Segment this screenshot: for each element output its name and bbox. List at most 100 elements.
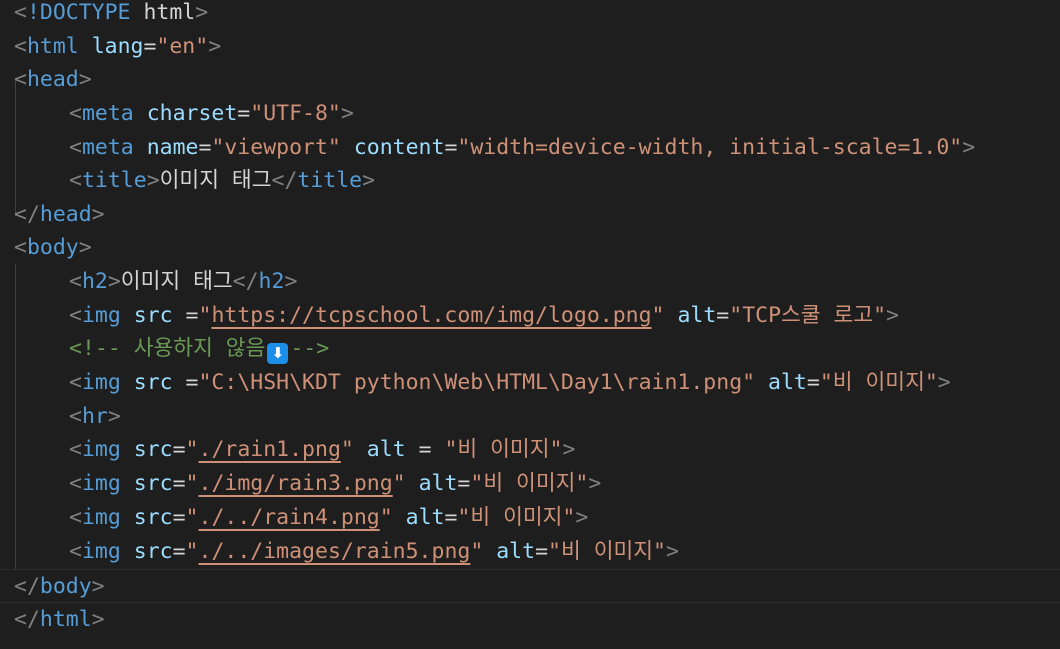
link-url[interactable]: ./img/rain3.png (199, 471, 393, 496)
equals-sign: = (535, 539, 549, 564)
code-line[interactable]: <head> (0, 63, 1060, 97)
tag-close-bracket: > (91, 607, 105, 632)
link-url[interactable]: ./../images/rain5.png (199, 539, 471, 564)
tag-open-bracket: < (69, 471, 82, 496)
tag-name: head (26, 67, 79, 92)
quote: " (185, 539, 199, 564)
tag-open-bracket: < (69, 135, 82, 160)
tag-name: img (81, 370, 121, 395)
code-line[interactable]: <!-- 사용하지 않음 ⬇ --> (0, 332, 1060, 366)
code-line[interactable]: <img src="./../rain4.png" alt="비 이미지"> (0, 501, 1060, 535)
tag-open-bracket: </ (14, 574, 40, 599)
tag-open-bracket: < (14, 235, 27, 260)
code-line[interactable]: <h2>이미지 태그</h2> (0, 265, 1060, 299)
code-line[interactable]: </head> (0, 198, 1060, 232)
attribute-name: charset (146, 101, 238, 126)
code-editor[interactable]: <!DOCTYPE html> <html lang="en"> <head> … (0, 0, 1060, 649)
attribute-name: src (133, 505, 173, 530)
code-line[interactable]: <title>이미지 태그</title> (0, 164, 1060, 198)
quote: " (379, 505, 393, 530)
tag-open-bracket: < (69, 168, 82, 193)
code-line[interactable]: <meta charset="UTF-8"> (0, 97, 1060, 131)
link-url[interactable]: ./../rain4.png (199, 505, 380, 530)
attribute-value: "TCP스쿨 로고" (729, 303, 887, 328)
attribute-name: alt (405, 505, 445, 530)
attribute-name: src (133, 437, 173, 462)
tag-name: meta (81, 135, 134, 160)
link-url[interactable]: ./rain1.png (199, 437, 341, 462)
equals-sign: = (172, 437, 186, 462)
code-line[interactable]: <img src = "C:\HSH\KDT python\Web\HTML\Da… (0, 366, 1060, 400)
equals-sign: = (237, 101, 251, 126)
tag-name: img (81, 505, 121, 530)
tag-open-bracket: < (14, 67, 27, 92)
tag-close-bracket: > (562, 437, 576, 462)
tag-close-bracket: > (195, 0, 209, 25)
text-content: 이미지 태그 (120, 269, 233, 294)
down-arrow-icon: ⬇ (267, 343, 289, 364)
tag-close-bracket: > (91, 202, 105, 227)
quote: " (340, 437, 354, 462)
quote: " (185, 437, 199, 462)
tag-name: img (81, 303, 121, 328)
tag-open-bracket: < (69, 370, 82, 395)
tag-name: meta (81, 101, 134, 126)
attribute-value: "UTF-8" (250, 101, 341, 126)
attribute-value: "C:\HSH\KDT python\Web\HTML\Day1\rain1.p… (198, 370, 756, 395)
tag-close-bracket: > (78, 67, 92, 92)
tag-close-bracket: > (962, 135, 976, 160)
link-url[interactable]: https://tcpschool.com/img/logo.png (211, 303, 651, 328)
code-line[interactable]: <hr> (0, 400, 1060, 434)
doctype-keyword: !DOCTYPE (26, 0, 131, 25)
attribute-name: alt (366, 437, 406, 462)
tag-name: body (26, 235, 79, 260)
tag-close-bracket: > (362, 168, 376, 193)
code-line[interactable]: </html> (0, 603, 1060, 637)
equals-sign: = (172, 505, 186, 530)
code-line[interactable]: <!DOCTYPE html> (0, 0, 1060, 30)
tag-close-bracket: > (588, 471, 602, 496)
attribute-name: alt (418, 471, 458, 496)
code-line[interactable]: <img src="./img/rain3.png" alt="비 이미지"> (0, 467, 1060, 501)
tag-open-bracket: < (69, 303, 82, 328)
quote: " (198, 303, 212, 328)
attribute-value: "비 이미지" (819, 370, 938, 395)
attribute-value: "비 이미지" (548, 539, 666, 564)
tag-close-bracket: > (284, 269, 298, 294)
tag-name: body (39, 574, 92, 599)
equals-sign: = (143, 34, 157, 59)
tag-open-bracket: < (69, 269, 82, 294)
tag-close-bracket: > (937, 370, 951, 395)
quote: " (392, 471, 406, 496)
tag-name: title (297, 168, 363, 193)
tag-close-bracket: > (665, 539, 679, 564)
code-line[interactable]: <meta name="viewport" content="width=dev… (0, 131, 1060, 165)
attribute-name: lang (91, 34, 144, 59)
tag-close-bracket: > (886, 303, 899, 328)
code-line[interactable]: <body> (0, 231, 1060, 265)
attribute-value: "비 이미지" (457, 505, 576, 530)
tag-name: img (81, 437, 121, 462)
tag-open-bracket: </ (271, 168, 298, 193)
tag-close-bracket: > (340, 101, 354, 126)
tag-close-bracket: > (91, 574, 105, 599)
equals-sign: = (806, 370, 820, 395)
attribute-name: src (133, 370, 173, 395)
equals-sign: = (444, 135, 458, 160)
quote: " (470, 539, 484, 564)
tag-close-bracket: > (78, 235, 92, 260)
code-line-current[interactable]: </body> (0, 569, 1060, 603)
code-line[interactable]: <img src="./rain1.png" alt = "비 이미지"> (0, 433, 1060, 467)
comment-close: --> (290, 336, 330, 361)
quote: " (651, 303, 665, 328)
attribute-value: "viewport" (211, 135, 341, 160)
code-line[interactable]: <img src="./../images/rain5.png" alt="비 … (0, 535, 1060, 569)
equals-sign: = (172, 471, 186, 496)
equals-sign: = (716, 303, 730, 328)
tag-name: html (26, 34, 79, 59)
attribute-value: "비 이미지" (444, 437, 563, 462)
code-line[interactable]: <img src ="https://tcpschool.com/img/log… (0, 299, 1060, 333)
tag-name: h2 (81, 269, 108, 294)
code-line[interactable]: <html lang="en"> (0, 30, 1060, 64)
attribute-name: content (353, 135, 445, 160)
